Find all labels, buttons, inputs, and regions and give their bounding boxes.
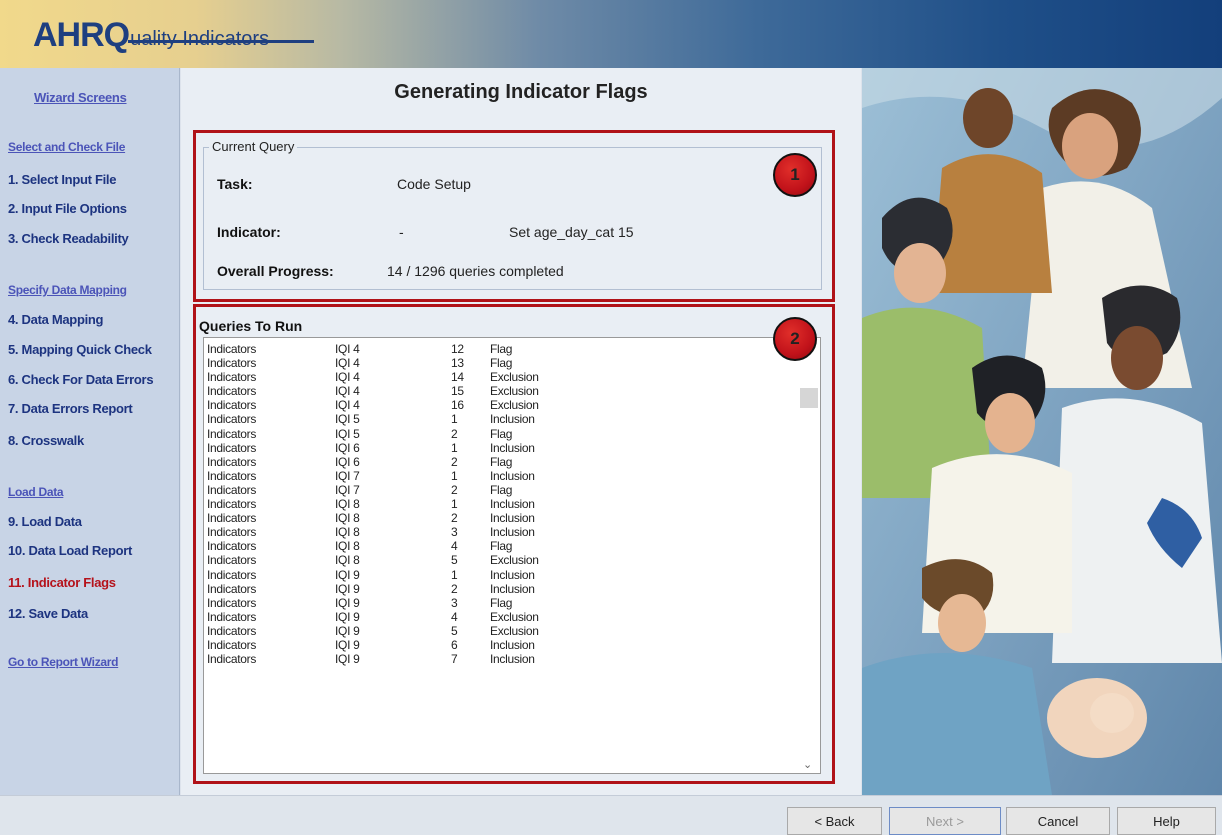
illustration-art (862, 68, 1222, 795)
sidebar-item-13[interactable]: 10. Data Load Report (8, 543, 132, 558)
sidebar-item-4[interactable]: 3. Check Readability (8, 231, 129, 246)
sidebar-item-9[interactable]: 7. Data Errors Report (8, 401, 133, 416)
sidebar-item-2[interactable]: 1. Select Input File (8, 172, 116, 187)
ahrq-logo: AHRQ uality Indicators (33, 18, 269, 52)
next-button[interactable]: Next > (889, 807, 1001, 835)
cancel-button[interactable]: Cancel (1006, 807, 1110, 835)
sidebar-item-8[interactable]: 6. Check For Data Errors (8, 372, 154, 387)
sidebar-item-15[interactable]: 12. Save Data (8, 606, 88, 621)
logo-sub-text: uality Indicators (130, 28, 270, 50)
page-title: Generating Indicator Flags (394, 81, 648, 103)
sidebar-item-12[interactable]: 9. Load Data (8, 514, 82, 529)
sidebar-item-16[interactable]: Go to Report Wizard (8, 655, 118, 669)
sidebar-item-3[interactable]: 2. Input File Options (8, 201, 127, 216)
app-header: AHRQ uality Indicators (0, 0, 1222, 68)
sidebar-item-1[interactable]: Select and Check File (8, 140, 125, 154)
annotation-marker-2: 2 (773, 317, 817, 361)
sidebar-title[interactable]: Wizard Screens (34, 90, 127, 105)
annotation-box-2 (193, 304, 835, 784)
medical-staff-illustration (862, 68, 1222, 795)
sidebar-item-10[interactable]: 8. Crosswalk (8, 433, 84, 448)
sidebar-item-11[interactable]: Load Data (8, 485, 64, 499)
annotation-marker-1: 1 (773, 153, 817, 197)
sidebar-item-5[interactable]: Specify Data Mapping (8, 283, 127, 297)
sidebar-item-7[interactable]: 5. Mapping Quick Check (8, 342, 152, 357)
sidebar-item-14[interactable]: 11. Indicator Flags (8, 575, 116, 590)
back-button[interactable]: < Back (787, 807, 882, 835)
annotation-box-1 (193, 130, 835, 302)
help-button[interactable]: Help (1117, 807, 1216, 835)
logo-main-text: AHRQ (33, 16, 130, 54)
logo-underline (128, 40, 314, 43)
sidebar-item-6[interactable]: 4. Data Mapping (8, 312, 103, 327)
